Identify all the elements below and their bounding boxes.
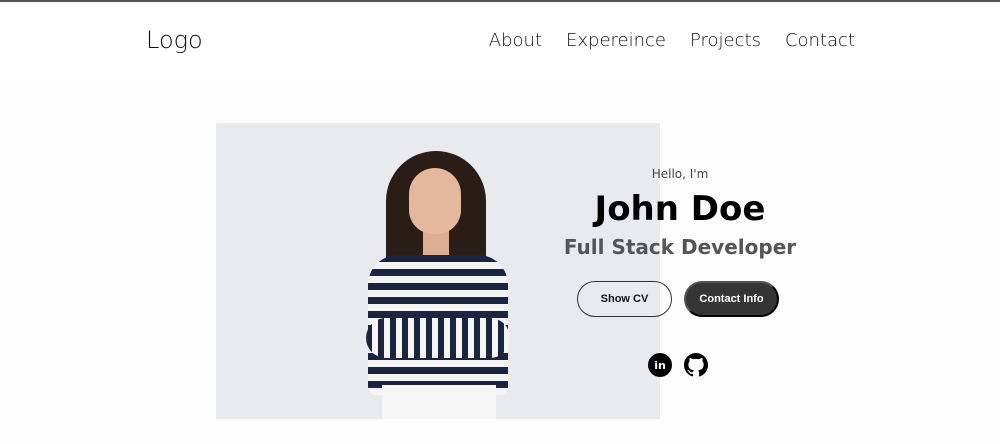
hero-intro: Hello, I'm John Doe Full Stack Developer	[560, 167, 800, 259]
show-cv-button[interactable]: Show CV	[577, 281, 672, 317]
hero-role: Full Stack Developer	[563, 235, 797, 259]
site-header: Logo About Expereince Projects Contact	[0, 4, 1000, 80]
nav-experience[interactable]: Expereince	[566, 30, 666, 51]
contact-info-button[interactable]: Contact Info	[684, 281, 779, 317]
logo[interactable]: Logo	[146, 26, 203, 54]
greeting: Hello, I'm	[651, 167, 709, 181]
github-icon[interactable]	[684, 353, 708, 377]
nav-contact[interactable]: Contact	[785, 30, 855, 51]
linkedin-glyph: in	[654, 358, 666, 372]
linkedin-icon[interactable]: in	[648, 353, 672, 377]
hero-name: John Doe	[594, 189, 766, 229]
nav-projects[interactable]: Projects	[690, 30, 761, 51]
nav-about[interactable]: About	[489, 30, 542, 51]
main-nav: About Expereince Projects Contact	[489, 30, 855, 51]
